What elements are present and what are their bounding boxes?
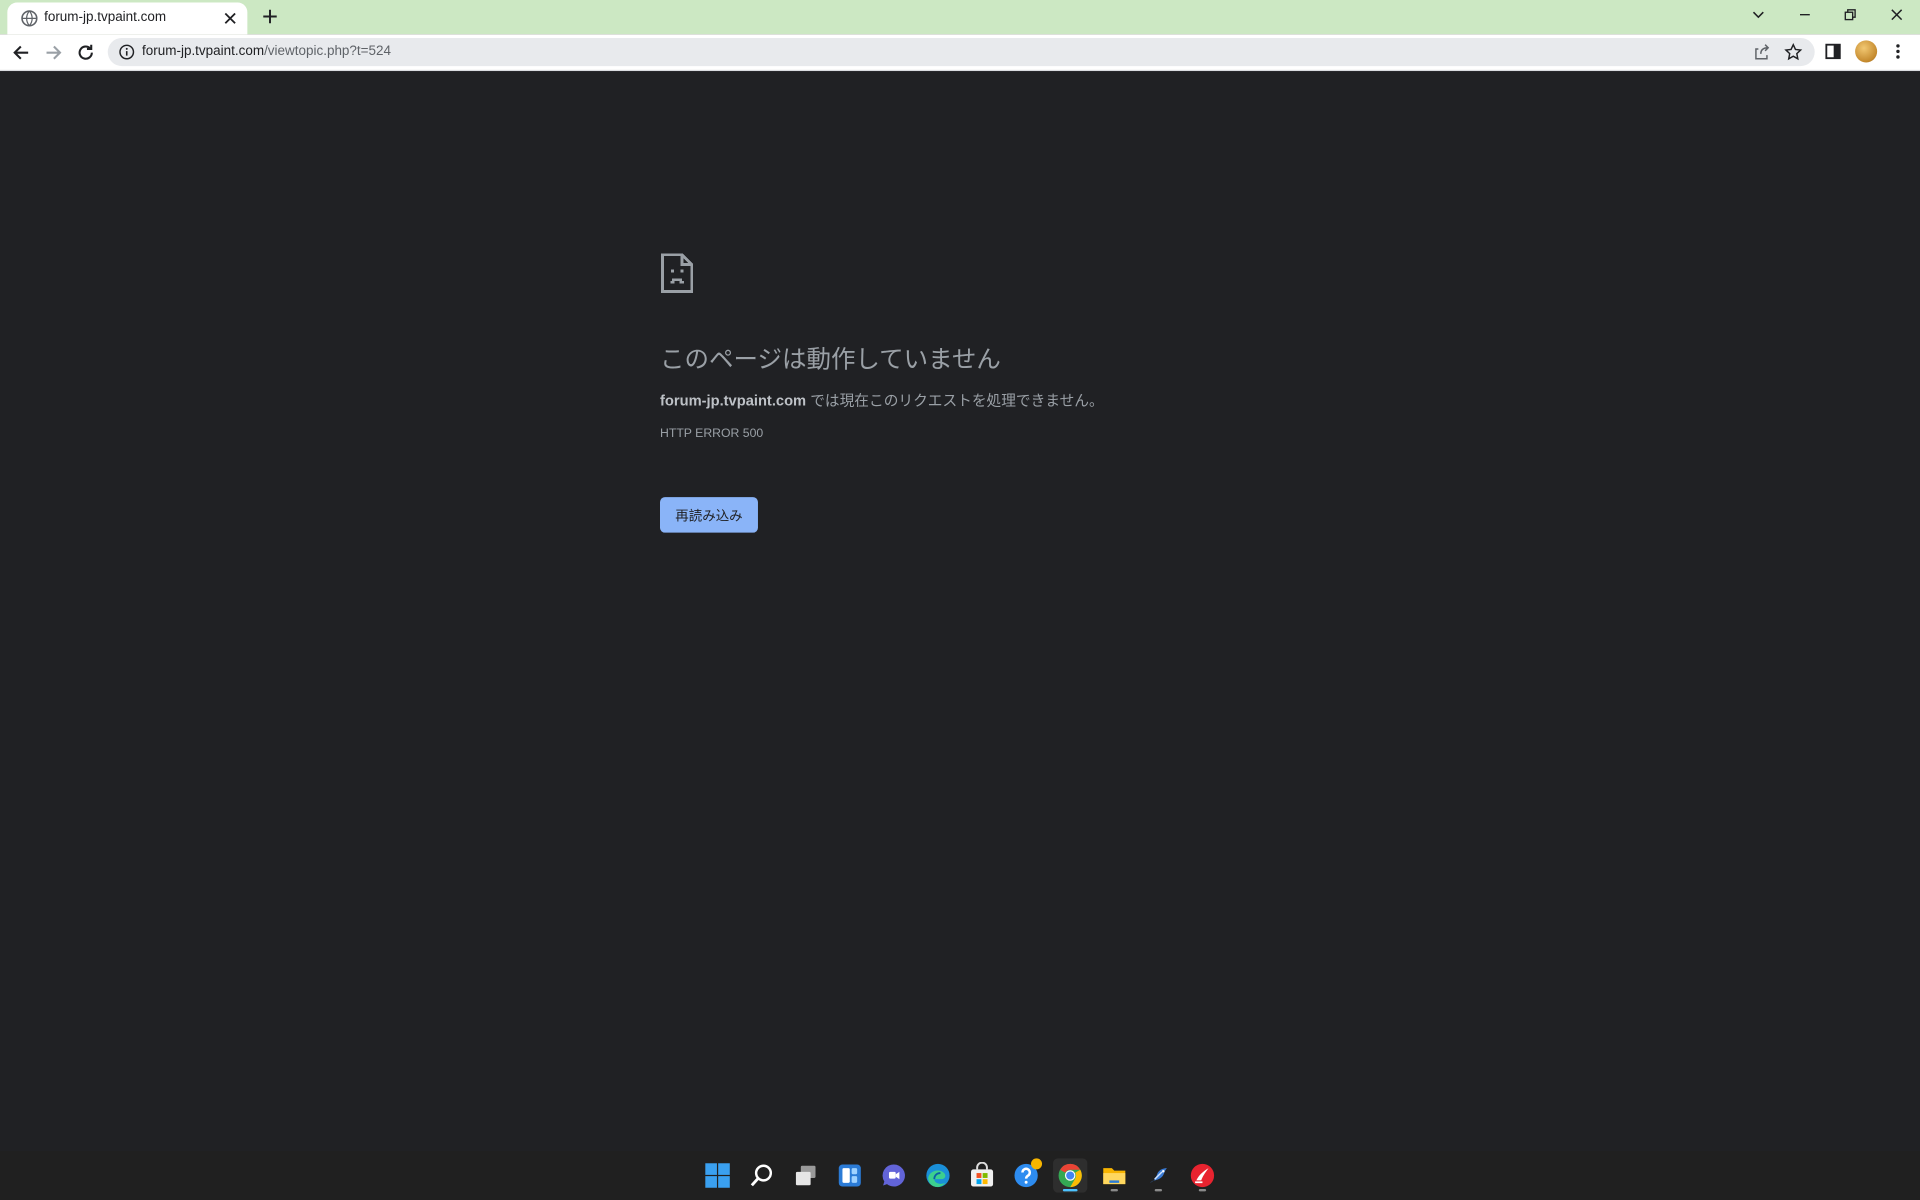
red-app-icon	[1190, 1163, 1215, 1188]
folder-icon	[1103, 1168, 1126, 1185]
error-code: HTTP ERROR 500	[660, 427, 764, 441]
minimize-icon[interactable]	[1793, 5, 1817, 25]
running-indicator	[1062, 1188, 1078, 1192]
side-panel-icon[interactable]	[1823, 42, 1843, 62]
edge-icon	[926, 1163, 950, 1188]
info-icon[interactable]	[119, 44, 135, 60]
error-description: forum-jp.tvpaint.com では現在このリクエストを処理できません…	[660, 389, 1104, 410]
running-indicator	[1110, 1188, 1118, 1192]
chevron-down-icon[interactable]	[1746, 5, 1770, 25]
task-view-icon	[795, 1165, 816, 1186]
taskbar	[0, 1151, 1920, 1200]
avatar[interactable]	[1855, 40, 1878, 63]
search-button[interactable]	[744, 1158, 778, 1192]
reload-icon[interactable]	[75, 42, 97, 64]
reload-button[interactable]: 再読み込み	[660, 497, 758, 533]
chat-icon	[882, 1164, 905, 1187]
notification-badge	[1031, 1158, 1043, 1170]
get-help-button[interactable]	[1009, 1158, 1043, 1192]
start-button[interactable]	[700, 1158, 734, 1192]
plus-icon[interactable]	[261, 7, 279, 25]
edge-button[interactable]	[921, 1158, 955, 1192]
error-heading: このページは動作していません	[660, 346, 1001, 374]
address-bar[interactable]: forum-jp.tvpaint.com/viewtopic.php?t=524	[107, 37, 1815, 67]
running-indicator	[1154, 1188, 1163, 1192]
back-arrow-icon[interactable]	[10, 42, 32, 64]
error-message: では現在このリクエストを処理できません。	[806, 391, 1104, 409]
store-icon	[971, 1162, 994, 1187]
task-view-button[interactable]	[789, 1158, 823, 1192]
kebab-menu-icon[interactable]	[1888, 42, 1908, 62]
running-indicator	[1198, 1188, 1207, 1192]
close-icon[interactable]	[223, 11, 238, 26]
star-icon[interactable]	[1784, 42, 1803, 61]
bird-app-button[interactable]	[1141, 1158, 1175, 1192]
windows-logo-icon	[705, 1163, 730, 1188]
chrome-button[interactable]	[1053, 1158, 1088, 1193]
globe-icon	[21, 10, 38, 27]
file-explorer-button[interactable]	[1097, 1158, 1131, 1192]
url-host: forum-jp.tvpaint.com	[142, 44, 265, 59]
sad-page-icon	[660, 252, 694, 294]
search-icon	[750, 1164, 773, 1187]
red-app-button[interactable]	[1185, 1158, 1219, 1192]
share-icon[interactable]	[1752, 43, 1770, 61]
tab-strip: forum-jp.tvpaint.com	[0, 0, 1920, 35]
chat-button[interactable]	[877, 1158, 911, 1192]
widgets-icon	[838, 1164, 861, 1187]
bird-app-icon	[1149, 1168, 1167, 1183]
url-text[interactable]: forum-jp.tvpaint.com/viewtopic.php?t=524	[142, 44, 391, 59]
restore-icon[interactable]	[1838, 5, 1862, 25]
widgets-button[interactable]	[833, 1158, 867, 1192]
url-path: /viewtopic.php?t=524	[264, 44, 392, 59]
error-host: forum-jp.tvpaint.com	[660, 391, 807, 409]
forward-arrow-icon[interactable]	[43, 42, 65, 64]
browser-toolbar: forum-jp.tvpaint.com/viewtopic.php?t=524	[0, 34, 1920, 72]
chrome-icon	[1058, 1163, 1082, 1188]
close-window-icon[interactable]	[1884, 5, 1908, 25]
browser-tab[interactable]: forum-jp.tvpaint.com	[7, 2, 248, 35]
tab-title: forum-jp.tvpaint.com	[44, 9, 167, 25]
store-button[interactable]	[965, 1158, 999, 1192]
